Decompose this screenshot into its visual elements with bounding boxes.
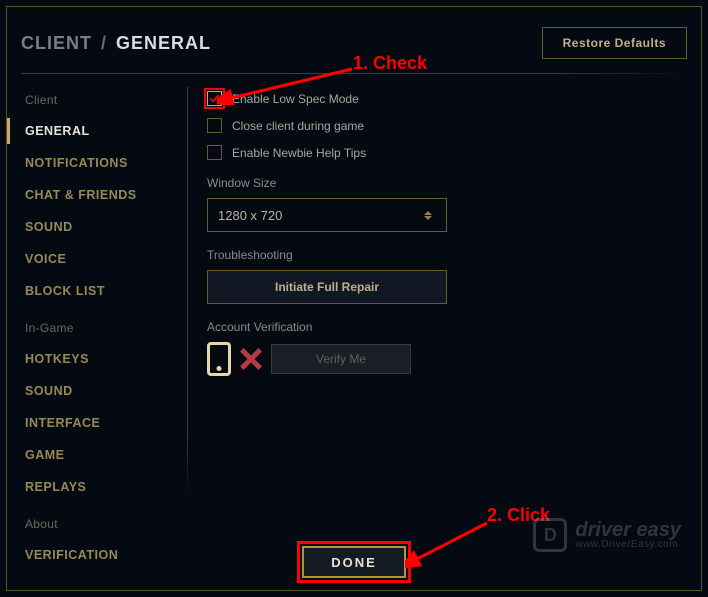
header-divider — [21, 73, 687, 74]
newbie-tips-checkbox[interactable] — [207, 145, 222, 160]
restore-defaults-button[interactable]: Restore Defaults — [542, 27, 687, 59]
vertical-separator — [187, 87, 188, 494]
check-icon — [209, 93, 220, 104]
sidebar-group-client: Client — [21, 87, 177, 115]
sidebar-item-verification[interactable]: VERIFICATION — [21, 539, 177, 571]
sidebar-item-hotkeys[interactable]: HOTKEYS — [21, 343, 177, 375]
sidebar-item-chat-friends[interactable]: CHAT & FRIENDS — [21, 179, 177, 211]
breadcrumb: CLIENT / GENERAL — [21, 33, 211, 54]
account-verification-label: Account Verification — [207, 320, 671, 334]
phone-icon — [207, 342, 231, 376]
main-panel: Enable Low Spec Mode Close client during… — [207, 91, 671, 580]
sidebar-group-ingame: In-Game — [21, 315, 177, 343]
breadcrumb-root: CLIENT — [21, 33, 92, 53]
sidebar-item-replays[interactable]: REPLAYS — [21, 471, 177, 503]
troubleshooting-label: Troubleshooting — [207, 248, 671, 262]
window-size-value: 1280 x 720 — [218, 208, 282, 223]
low-spec-label: Enable Low Spec Mode — [232, 92, 359, 106]
verify-me-button[interactable]: Verify Me — [271, 344, 411, 374]
sidebar-group-about: About — [21, 511, 177, 539]
sidebar-item-general[interactable]: GENERAL — [21, 115, 177, 147]
breadcrumb-current: GENERAL — [116, 33, 211, 53]
spinner-icon — [424, 211, 436, 220]
sidebar-item-interface[interactable]: INTERFACE — [21, 407, 177, 439]
breadcrumb-separator: / — [101, 33, 107, 53]
done-button[interactable]: DONE — [302, 546, 406, 578]
window-size-select[interactable]: 1280 x 720 — [207, 198, 447, 232]
initiate-repair-button[interactable]: Initiate Full Repair — [207, 270, 447, 304]
sidebar-item-notifications[interactable]: NOTIFICATIONS — [21, 147, 177, 179]
sidebar-item-block-list[interactable]: BLOCK LIST — [21, 275, 177, 307]
newbie-tips-label: Enable Newbie Help Tips — [232, 146, 366, 160]
sidebar: Client GENERAL NOTIFICATIONS CHAT & FRIE… — [21, 87, 177, 580]
sidebar-item-sound-ingame[interactable]: SOUND — [21, 375, 177, 407]
x-icon — [239, 347, 263, 371]
close-client-label: Close client during game — [232, 119, 364, 133]
window-size-label: Window Size — [207, 176, 671, 190]
sidebar-item-voice[interactable]: VOICE — [21, 243, 177, 275]
close-client-checkbox[interactable] — [207, 118, 222, 133]
low-spec-checkbox[interactable] — [207, 91, 222, 106]
sidebar-item-game[interactable]: GAME — [21, 439, 177, 471]
sidebar-item-sound[interactable]: SOUND — [21, 211, 177, 243]
